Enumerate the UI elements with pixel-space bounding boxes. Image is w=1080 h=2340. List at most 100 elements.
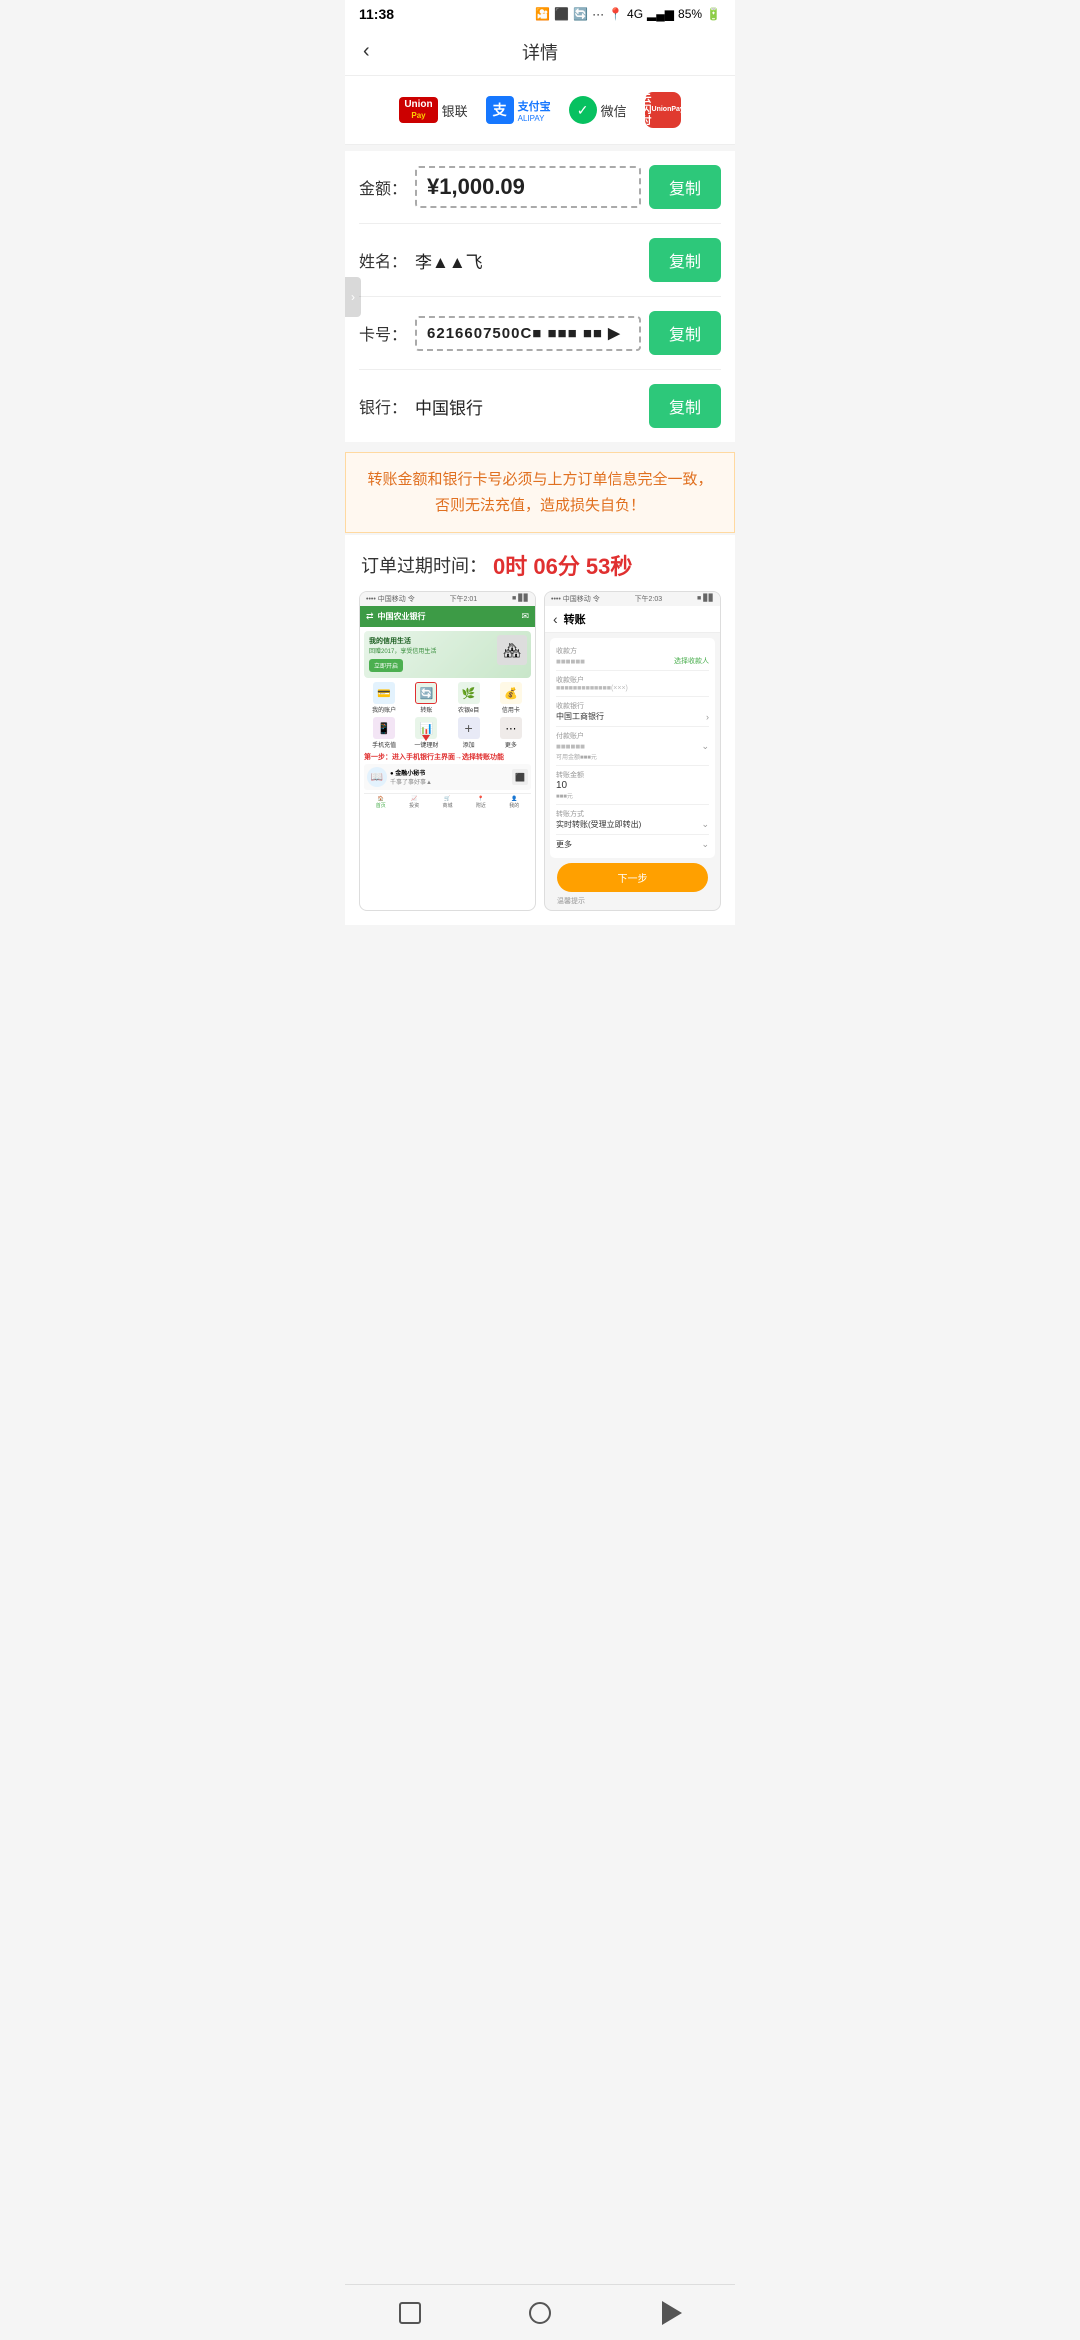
status-time: 11:38 [359,6,394,22]
abc-status-bar: •••• 中国移动 令 下午2:01 ■ ▊▊ [360,592,535,606]
header: ‹ 详情 [345,28,735,76]
amount-value-box: ¥1,000.09 [415,166,641,208]
timer-row: 订单过期时间： 0时 06分 53秒 [361,549,719,581]
nav-square-button[interactable] [396,2299,424,2327]
abc-grid-item-credit[interactable]: 💰 信用卡 [491,682,531,714]
page-title: 详情 [522,39,558,65]
payment-methods-bar: UnionPay 银联 支 支付宝 ALIPAY ✓ 微信 云闪付UnionPa… [345,76,735,145]
form-row-account: 收款账户 ■■■■■■■■■■■■■(×××) [556,671,709,697]
transfer-title: 转账 [564,611,586,627]
abc-phone-mock: •••• 中国移动 令 下午2:01 ■ ▊▊ ⇄ 中国农业银行 ✉ 我的信用生… [359,591,536,911]
abc-nav-home[interactable]: 🏠首页 [364,796,397,809]
translate-icon: ⬛ [554,7,569,21]
abc-nav-nearby[interactable]: 📍附近 [464,796,497,809]
select-receiver[interactable]: 选择收款人 [674,656,709,666]
unionpay-label: 银联 [442,101,468,120]
info-section-wrap: › 金额： ¥1,000.09 复制 姓名： 李▲▲飞 复制 卡号： 62166… [345,151,735,442]
abc-grid-item-e[interactable]: 🌿 农银e目 [449,682,489,714]
abc-grid-item-account[interactable]: 💳 我的账户 [364,682,404,714]
abc-topbar: ⇄ 中国农业银行 ✉ [360,606,535,627]
more-label: 更多 [556,839,572,850]
back-button[interactable]: ‹ [359,36,374,67]
ellipsis: ··· [592,7,604,21]
abc-open-btn: 立即开启 [369,659,403,672]
bank-value: 中国银行 [415,394,641,419]
abc-grid: 💳 我的账户 🔄 转账 🌿 农银e目 💰 信用卡 [364,682,531,714]
location-icon: 📍 [608,7,623,21]
payment-wechat[interactable]: ✓ 微信 [569,96,627,124]
signal-4g: 4G [627,7,643,21]
abc-grid-item-transfer[interactable]: 🔄 转账 [406,682,446,714]
warning-text: 转账金额和银行卡号必须与上方订单信息完全一致，否则无法充值，造成损失自负！ [362,467,718,518]
payment-alipay[interactable]: 支 支付宝 ALIPAY [486,96,551,124]
phone-mocks: •••• 中国移动 令 下午2:01 ■ ▊▊ ⇄ 中国农业银行 ✉ 我的信用生… [359,591,721,911]
nav-back-button[interactable] [656,2299,684,2327]
transfer-status-bar: •••• 中国移动 令 下午2:03 ■ ▊▊ [545,592,720,606]
name-row: 姓名： 李▲▲飞 复制 [359,224,721,297]
form-more-row: 更多 ⌄ [556,835,709,854]
card-label: 卡号： [359,321,407,345]
abc-body: 我的信用生活 回赠2017，享受信用生活 立即开启 🏘 💳 我的账户 🔄 转账 [360,627,535,813]
wechat-logo: ✓ [569,96,597,124]
transfer-form: 收款方 ■■■■■■ 选择收款人 收款账户 ■■■■■■■■■■■■■(×××)… [550,638,715,858]
abc-grid-add[interactable]: + 添加 [449,717,489,749]
record-icon: 🎦 [535,7,550,21]
battery-icon: 🔋 [706,7,721,21]
signal-bars: ▂▄▆ [647,7,674,21]
copy-card-button[interactable]: 复制 [649,311,721,355]
status-icons: 🎦 ⬛ 🔄 ··· 📍 4G ▂▄▆ 85% 🔋 [535,7,721,21]
alipay-label: 支付宝 [518,98,551,114]
transfer-arrow [422,735,430,741]
transfer-topbar: ‹ 转账 [545,606,720,633]
card-value-box: 6216607500C■ ■■■ ■■ ▶ [415,316,641,351]
amount-label: 金额： [359,175,407,199]
alipay-sublabel: ALIPAY [518,114,551,123]
abc-banner-img: 🏘 [497,635,527,665]
battery: 85% [678,7,702,21]
copy-amount-button[interactable]: 复制 [649,165,721,209]
timer-label: 订单过期时间： [361,552,487,578]
form-row-recv-bank: 收款银行 中国工商银行 › [556,697,709,727]
abc-bottom-nav: 🏠首页 📈投资 🛒商城 📍附近 👤我的 [364,793,531,809]
warning-box: 转账金额和银行卡号必须与上方订单信息完全一致，否则无法充值，造成损失自负！ [345,452,735,533]
abc-bank-name: 中国农业银行 [378,611,426,622]
abc-grid-phone[interactable]: 📱 手机充值 [364,717,404,749]
instruction-section: •••• 中国移动 令 下午2:01 ■ ▊▊ ⇄ 中国农业银行 ✉ 我的信用生… [345,591,735,925]
currency-symbol: ¥ [427,174,439,199]
form-row-amount: 转账金额 10 ■■■元 [556,766,709,805]
copy-bank-button[interactable]: 复制 [649,384,721,428]
unionpay-logo: UnionPay [399,97,437,123]
alipay-logo: 支 [486,96,514,124]
amount-row: 金额： ¥1,000.09 复制 [359,151,721,224]
abc-banner: 我的信用生活 回赠2017，享受信用生活 立即开启 🏘 [364,631,531,678]
side-arrow[interactable]: › [345,277,361,317]
form-row-method: 转账方式 实时转账(受理立即转出) ⌄ [556,805,709,835]
abc-grid-finance[interactable]: 📊 一键理财 [406,717,446,749]
form-row-pay-account: 付款账户 ■■■■■■ ⌄ 可用金额■■■元 [556,727,709,766]
abc-nav-invest[interactable]: 📈投资 [397,796,430,809]
wechat-label: 微信 [601,101,627,120]
abc-nav-life[interactable]: 🛒商城 [431,796,464,809]
transfer-phone-mock: •••• 中国移动 令 下午2:03 ■ ▊▊ ‹ 转账 收款方 ■■■■■■ … [544,591,721,911]
payment-unionpay[interactable]: UnionPay 银联 [399,97,467,123]
bottom-nav [345,2284,735,2340]
abc-nav-me[interactable]: 👤我的 [498,796,531,809]
form-row-receiver: 收款方 ■■■■■■ 选择收款人 [556,642,709,671]
bank-label: 银行： [359,394,407,418]
timer-value: 0时 06分 53秒 [493,549,632,581]
copy-name-button[interactable]: 复制 [649,238,721,282]
next-step-button[interactable]: 下一步 [557,863,708,892]
nav-home-button[interactable] [526,2299,554,2327]
name-label: 姓名： [359,248,407,272]
card-value: 6216607500C■ ■■■ ■■ ▶ [427,325,621,342]
warm-tip: 温馨提示 [545,892,720,910]
abc-grid-more[interactable]: ⋯ 更多 [491,717,531,749]
finance-book: 📖 ● 金融小秘书 千事了事好事▲ ⬛ [364,764,531,790]
transfer-back[interactable]: ‹ [553,611,558,627]
step-label: 第一步：进入手机银行主界面→选择转账功能 [364,752,531,762]
status-bar: 11:38 🎦 ⬛ 🔄 ··· 📍 4G ▂▄▆ 85% 🔋 [345,0,735,28]
timer-section: 订单过期时间： 0时 06分 53秒 [345,535,735,591]
yunshan-logo: 云闪付UnionPay [645,92,681,128]
payment-yunshan[interactable]: 云闪付UnionPay [645,92,681,128]
bank-row: 银行： 中国银行 复制 [359,370,721,442]
